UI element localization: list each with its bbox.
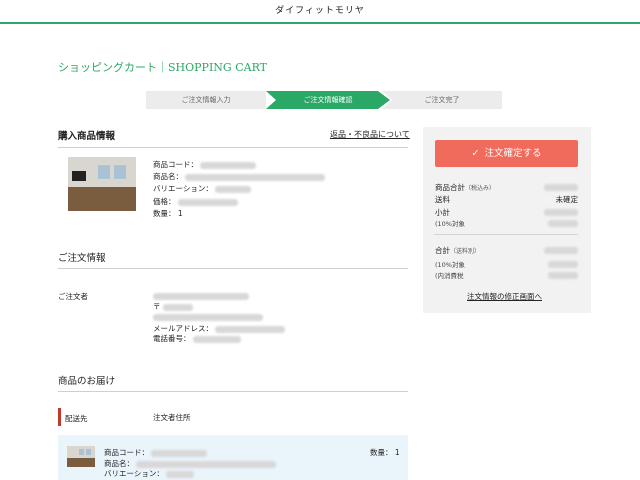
subtotal-value — [544, 182, 578, 191]
destination-value: 注文者住所 — [153, 413, 191, 422]
postal-mark: 〒 — [153, 302, 161, 311]
price-label: 価格： — [153, 197, 176, 206]
brand-name[interactable]: ダイフィットモリヤ — [275, 6, 365, 16]
consumption-tax: (内消費税 — [435, 272, 464, 280]
price-row: 価格： — [153, 196, 238, 207]
step-order-input: ご注文情報入力 — [146, 91, 266, 109]
shipping-value: 未確定 — [555, 195, 579, 204]
small-total-label: 小計 — [435, 208, 450, 217]
phone-row: 電話番号： — [153, 333, 241, 344]
phone-label: 電話番号： — [153, 334, 191, 343]
site-header: ダイフィットモリヤ — [0, 0, 640, 24]
email-label: メールアドレス： — [153, 324, 213, 333]
destination-marker — [58, 408, 61, 426]
postal-value — [162, 303, 193, 311]
orderer-name-row — [153, 291, 249, 300]
tax-target-10: (10%対象 — [435, 220, 465, 228]
order-info-section-title: ご注文情報 — [58, 253, 106, 264]
product-name-value — [185, 173, 326, 181]
phone-value — [192, 335, 241, 343]
email-value — [215, 325, 286, 333]
quantity-label: 数量： — [153, 209, 176, 218]
product-code-value — [200, 161, 257, 169]
delivery-item-name-value — [136, 460, 277, 468]
product-image — [68, 157, 136, 211]
delivery-item-variation-row: バリエーション： — [104, 468, 195, 479]
product-code-row: 商品コード： — [153, 159, 257, 170]
edit-order-link[interactable]: 注文情報の修正画面へ — [467, 291, 542, 302]
delivery-item-image — [67, 446, 95, 467]
orderer-label: ご注文者 — [58, 292, 88, 301]
product-code-label: 商品コード： — [153, 160, 198, 169]
price-value — [177, 198, 238, 206]
shipping-label: 送料 — [435, 195, 450, 204]
delivery-item-code-label: 商品コード： — [104, 448, 149, 457]
delivery-item-code-row: 商品コード： — [104, 447, 208, 458]
quantity-row: 数量： 1 — [153, 208, 183, 219]
total-row: 合計（送料別） — [435, 245, 480, 256]
subtotal-note: （税込み） — [465, 185, 496, 192]
purchase-section-title: 購入商品情報 — [58, 131, 116, 142]
quantity-value: 1 — [177, 209, 183, 218]
product-name-label: 商品名： — [153, 172, 183, 181]
tax-target-10b-value — [548, 259, 578, 268]
step-order-confirm: ご注文情報確認 — [266, 91, 390, 109]
divider — [58, 147, 408, 148]
page-title: ショッピングカート｜SHOPPING CART — [58, 61, 267, 74]
address-row — [153, 312, 263, 321]
delivery-item-variation-value — [166, 470, 195, 478]
delivery-item-variation-label: バリエーション： — [104, 469, 164, 478]
delivery-item-name-label: 商品名： — [104, 459, 134, 468]
orderer-name-value — [153, 292, 249, 300]
checkout-steps: ご注文情報入力 ご注文完了 ご注文情報確認 — [146, 91, 502, 109]
total-value — [544, 245, 578, 254]
delivery-item-quantity: 数量： 1 — [370, 448, 400, 457]
return-policy-link[interactable]: 返品・不良品について — [330, 129, 410, 140]
address-value — [153, 313, 263, 321]
check-icon: ✓ — [471, 148, 480, 159]
consumption-tax-value — [548, 270, 578, 279]
total-label: 合計 — [435, 246, 450, 255]
delivery-item-code-value — [151, 449, 208, 457]
small-total-value — [544, 207, 578, 216]
confirm-order-label: 注文確定する — [484, 148, 542, 159]
tax-target-10-value — [548, 218, 578, 227]
variation-row: バリエーション： — [153, 183, 252, 194]
subtotal-label: 商品合計 — [435, 183, 465, 192]
divider — [58, 391, 408, 392]
destination-label: 配送先 — [65, 414, 88, 423]
total-note: （送料別） — [450, 248, 481, 255]
variation-label: バリエーション： — [153, 184, 213, 193]
postal-row: 〒 — [153, 301, 193, 312]
step-order-complete: ご注文完了 — [382, 91, 502, 109]
product-name-row: 商品名： — [153, 171, 326, 182]
confirm-order-button[interactable]: ✓ 注文確定する — [435, 140, 578, 167]
variation-value — [215, 185, 252, 193]
summary-divider — [434, 234, 578, 235]
delivery-section-title: 商品のお届け — [58, 376, 116, 387]
divider — [58, 268, 408, 269]
tax-target-10b: (10%対象 — [435, 261, 465, 269]
subtotal-row: 商品合計（税込み） — [435, 182, 495, 193]
